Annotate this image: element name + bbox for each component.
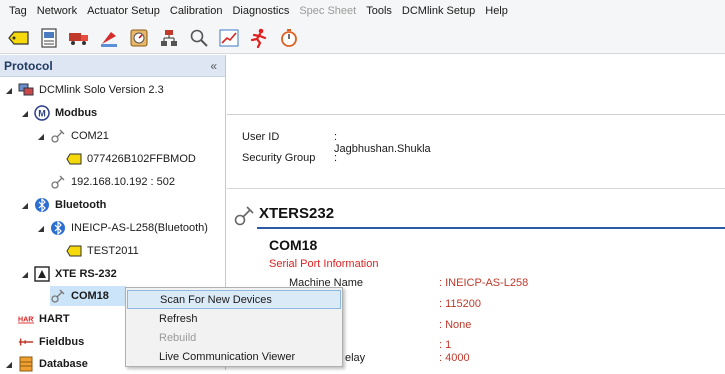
menu-calibration[interactable]: Calibration (165, 5, 228, 17)
menu-tag[interactable]: Tag (4, 5, 32, 17)
svg-text:HART: HART (18, 316, 34, 324)
tree-item-com21[interactable]: ◢ COM21 (36, 126, 109, 146)
tree-item-label: Fieldbus (39, 336, 85, 348)
user-id-label: User ID (242, 131, 280, 143)
tree-item-label: COM18 (71, 290, 109, 302)
document-icon[interactable] (38, 27, 60, 49)
bluetooth-icon (34, 197, 50, 213)
collapse-icon[interactable]: « (210, 59, 217, 73)
property-label: elay (345, 352, 366, 364)
context-menu: Scan For New Devices Refresh Rebuild Liv… (125, 287, 343, 367)
tree-item-xte-rs232[interactable]: ◢ XTE RS-232 (20, 264, 117, 284)
tree-item-label: HART (39, 313, 70, 325)
tree-item-label: DCMlink Solo Version 2.3 (39, 84, 164, 96)
modbus-icon: M (34, 105, 50, 121)
network-icon[interactable] (158, 27, 180, 49)
toolbar (0, 22, 725, 54)
menu-diagnostics[interactable]: Diagnostics (227, 5, 294, 17)
tree-item-label: Database (39, 358, 88, 370)
rs232-icon (34, 266, 50, 282)
property-value: : None (439, 319, 472, 331)
expand-arrow-icon[interactable]: ◢ (4, 86, 14, 95)
tree-item-database[interactable]: ◢ Database (4, 354, 88, 374)
port-icon (50, 128, 66, 144)
details-header-area (227, 55, 725, 115)
device-title-underline (257, 227, 725, 229)
tree-item-test2011[interactable]: TEST2011 (66, 241, 139, 261)
tag-icon (66, 243, 82, 259)
tree-item-modbus[interactable]: ◢ M Modbus (20, 103, 97, 123)
tree-item-label: TEST2011 (87, 245, 139, 257)
property-value: : 4000 (439, 352, 470, 364)
security-group-value: : (334, 152, 338, 164)
fieldbus-icon (18, 334, 34, 350)
tree-item-label: XTE RS-232 (55, 268, 117, 280)
tree-item-dcmlink[interactable]: ◢ DCMlink Solo Version 2.3 (4, 80, 164, 100)
menu-tools[interactable]: Tools (361, 5, 397, 17)
expand-arrow-icon[interactable]: ◢ (20, 109, 30, 118)
tree-item-hart[interactable]: HART HART (18, 309, 70, 329)
port-icon (50, 174, 66, 190)
port-icon (50, 288, 66, 304)
expand-arrow-icon[interactable]: ◢ (20, 270, 30, 279)
port-name: COM18 (269, 237, 318, 253)
tree-item-fieldbus[interactable]: Fieldbus (18, 332, 84, 352)
menu-network[interactable]: Network (32, 5, 82, 17)
tree-item-label: Bluetooth (55, 199, 107, 211)
gauge-icon[interactable] (128, 27, 150, 49)
property-value: : INEICP-AS-L258 (439, 277, 529, 289)
timer-icon[interactable] (278, 27, 300, 49)
hart-icon: HART (18, 311, 34, 327)
menu-item-refresh[interactable]: Refresh (127, 309, 341, 328)
property-value: : 115200 (439, 298, 482, 310)
menu-bar: Tag Network Actuator Setup Calibration D… (0, 0, 725, 22)
divider (227, 188, 725, 189)
chart-icon[interactable] (218, 27, 240, 49)
port-subtitle: Serial Port Information (269, 258, 379, 270)
menu-item-live-communication-viewer[interactable]: Live Communication Viewer (127, 347, 341, 366)
tree-item-label: INEICP-AS-L258(Bluetooth) (71, 222, 208, 234)
tree-item-com18[interactable]: COM18 (50, 286, 126, 306)
tree-item-ineicp-bluetooth[interactable]: ◢ INEICP-AS-L258(Bluetooth) (36, 218, 208, 238)
device-title: XTERS232 (259, 205, 335, 222)
runner-icon[interactable] (248, 27, 270, 49)
menu-item-rebuild[interactable]: Rebuild (127, 328, 341, 347)
port-icon (233, 205, 255, 230)
tree-item-label: Modbus (55, 107, 98, 119)
bluetooth-icon (50, 220, 66, 236)
tree-item-077426b102ffbmod[interactable]: 077426B102FFBMOD (66, 149, 196, 169)
flag-icon[interactable] (98, 27, 120, 49)
tag-icon (66, 151, 82, 167)
property-value: : 1 (439, 339, 452, 351)
expand-arrow-icon[interactable]: ◢ (20, 201, 30, 210)
protocol-panel-header: Protocol « (0, 55, 225, 77)
tree-item-bluetooth[interactable]: ◢ Bluetooth (20, 195, 106, 215)
tag-icon[interactable] (8, 27, 30, 49)
menu-help[interactable]: Help (480, 5, 513, 17)
search-icon[interactable] (188, 27, 210, 49)
tree-item-label: 192.168.10.192 : 502 (71, 176, 175, 188)
expand-arrow-icon[interactable]: ◢ (4, 360, 14, 369)
truck-icon[interactable] (68, 27, 90, 49)
tree-item-ip-address[interactable]: 192.168.10.192 : 502 (50, 172, 175, 192)
computer-icon (18, 82, 34, 98)
expand-arrow-icon[interactable]: ◢ (36, 224, 46, 233)
expand-arrow-icon[interactable]: ◢ (36, 132, 46, 141)
protocol-panel-title: Protocol (4, 58, 53, 73)
menu-item-scan-for-new-devices[interactable]: Scan For New Devices (127, 290, 341, 309)
security-group-label: Security Group (242, 152, 316, 164)
user-id-value: : Jagbhushan.Shukla (334, 131, 431, 155)
menu-spec-sheet[interactable]: Spec Sheet (294, 5, 361, 17)
menu-actuator-setup[interactable]: Actuator Setup (82, 5, 165, 17)
menu-dcmlink-setup[interactable]: DCMlink Setup (397, 5, 480, 17)
tree-item-label: 077426B102FFBMOD (87, 153, 196, 165)
svg-text:M: M (38, 109, 46, 119)
tree-item-label: COM21 (71, 130, 109, 142)
